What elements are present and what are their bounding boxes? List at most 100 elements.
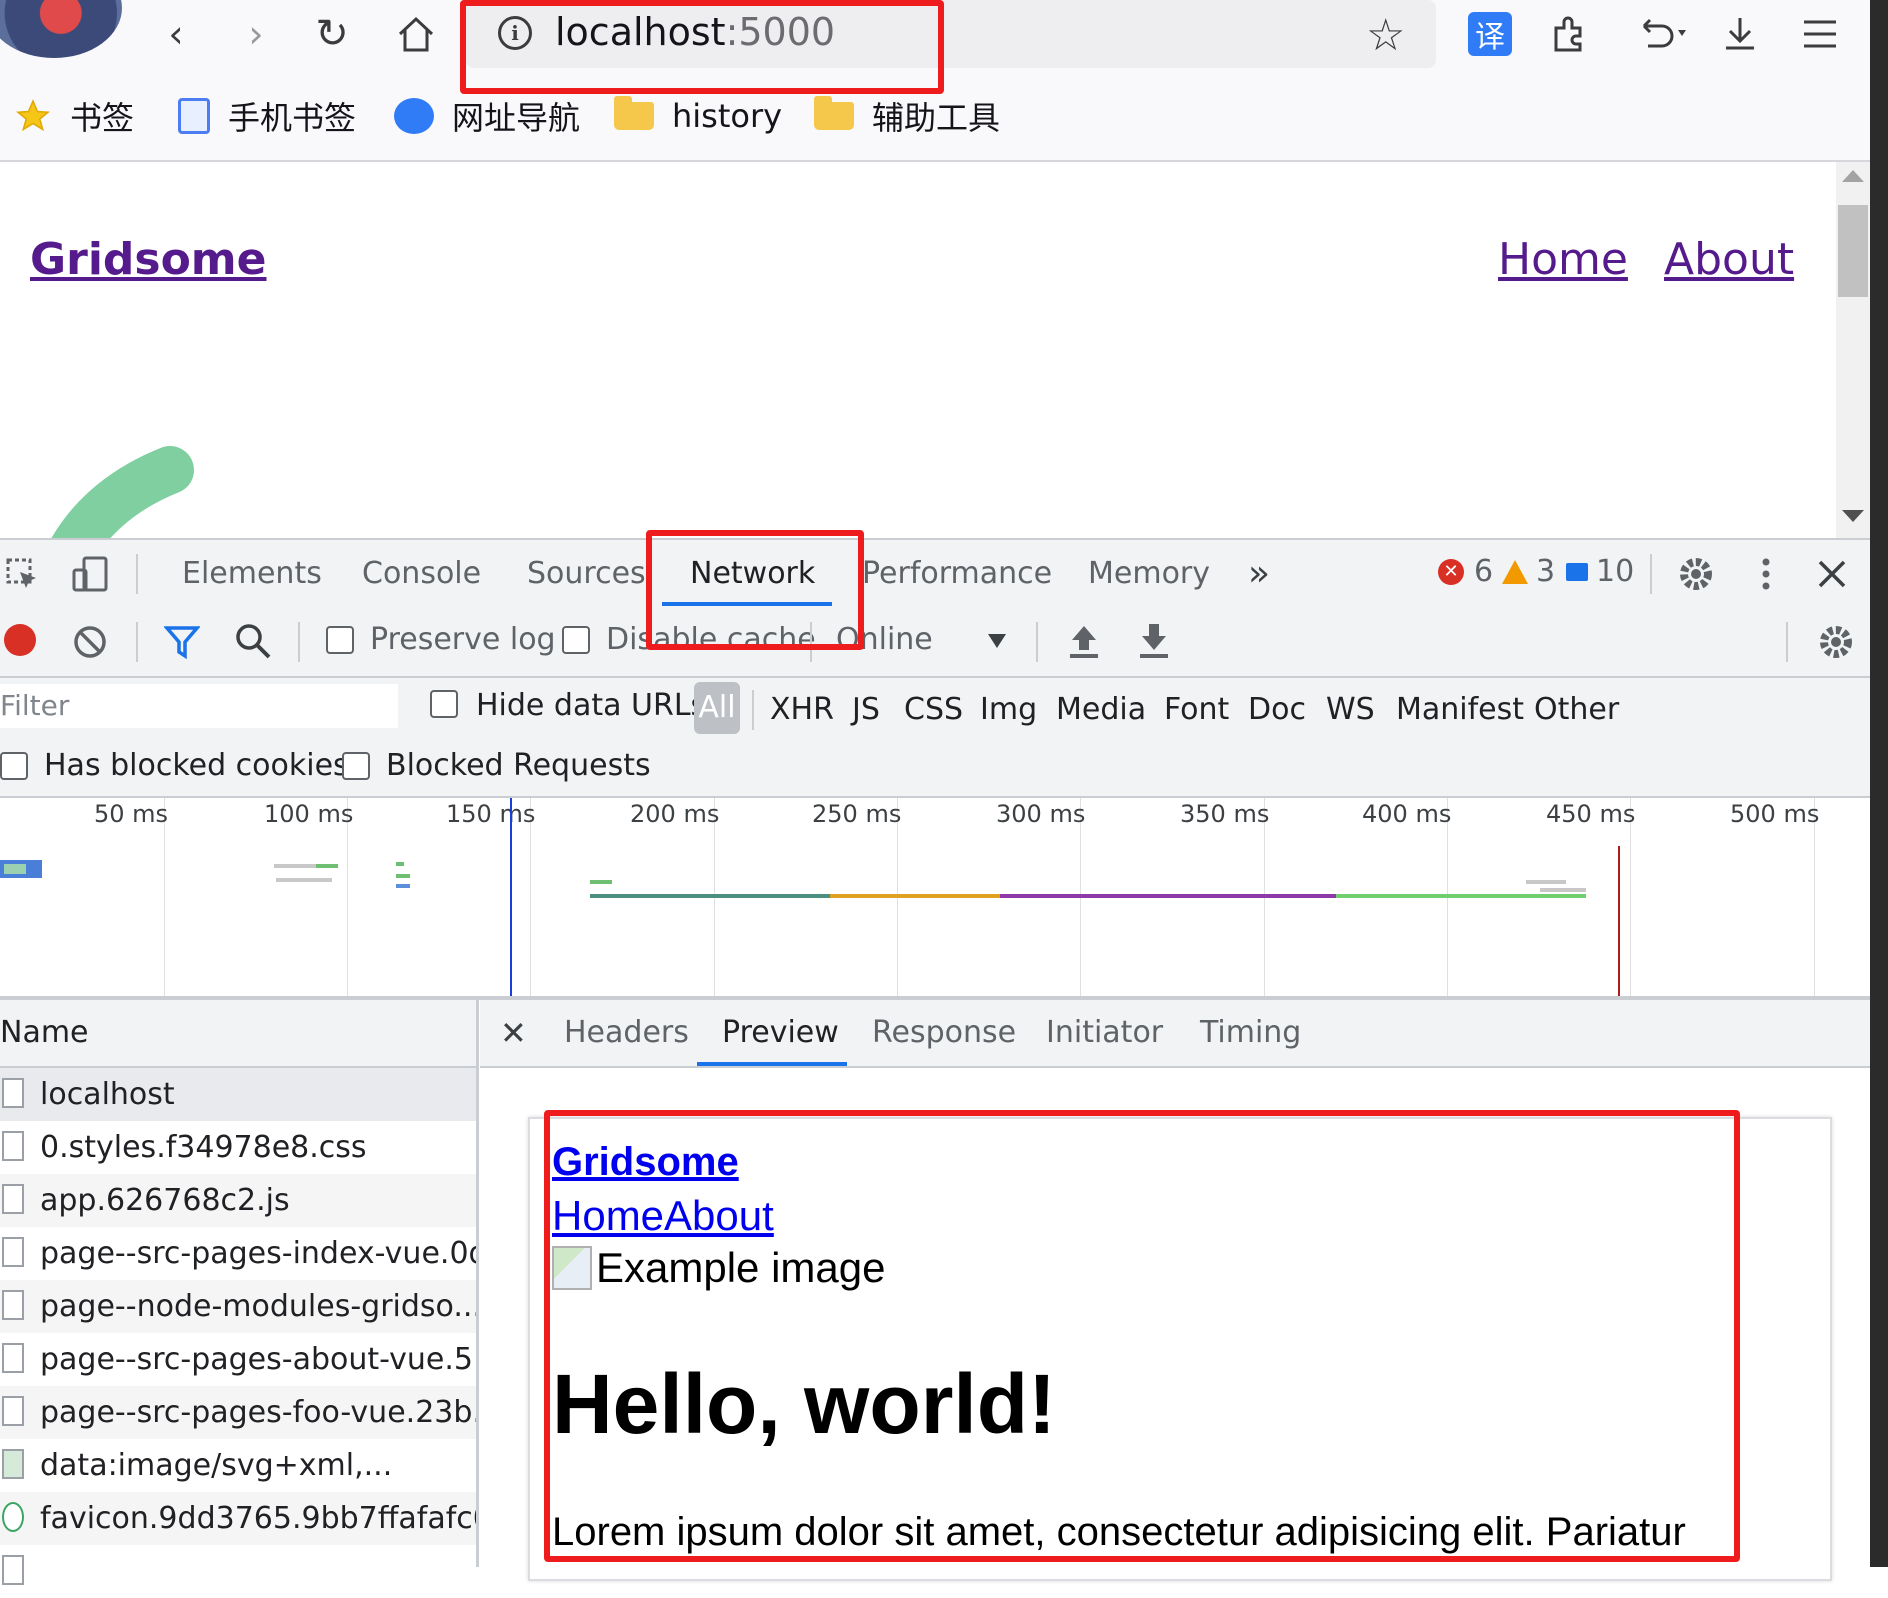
request-row[interactable]: page--src-pages-foo-vue.23b... [0, 1386, 476, 1439]
network-toolbar [0, 608, 1870, 678]
preview-nav-links[interactable]: HomeAbout [552, 1192, 774, 1240]
warning-icon [1502, 559, 1528, 584]
request-row[interactable] [0, 1545, 476, 1598]
filter-funnel-icon[interactable] [163, 624, 201, 660]
type-filter-xhr[interactable]: XHR [770, 692, 834, 727]
tab-preview[interactable]: Preview [722, 1000, 839, 1066]
tab-response[interactable]: Response [872, 1000, 1016, 1066]
disable-cache-label: Disable cache [606, 622, 816, 657]
divider [752, 690, 754, 730]
bookmark-item[interactable]: 辅助工具 [814, 88, 1000, 144]
type-filter-js[interactable]: JS [852, 692, 880, 727]
bookmark-item[interactable]: 书签 [14, 88, 134, 144]
request-row[interactable]: page--src-pages-about-vue.5... [0, 1333, 476, 1386]
type-filter-all[interactable]: All [694, 682, 740, 734]
error-count-badge[interactable]: ✕ 6 [1438, 554, 1493, 589]
tab-headers[interactable]: Headers [564, 1000, 689, 1066]
bookmark-item[interactable]: 网址导航 [394, 88, 580, 144]
request-row[interactable]: app.626768c2.js [0, 1174, 476, 1227]
image-icon [2, 1449, 24, 1479]
navigation-icon [394, 98, 434, 134]
back-icon[interactable]: ‹ [150, 8, 202, 60]
device-toggle-icon[interactable] [70, 554, 110, 594]
translate-icon[interactable]: 译 [1468, 12, 1512, 56]
warning-count-badge[interactable]: 3 [1502, 554, 1555, 589]
bookmark-item[interactable]: history [614, 88, 782, 144]
divider [298, 622, 300, 662]
scrollbar-thumb[interactable] [1838, 205, 1868, 297]
has-blocked-cookies-checkbox[interactable] [0, 752, 28, 780]
type-filter-media[interactable]: Media [1056, 692, 1146, 727]
tab-memory[interactable]: Memory [1088, 540, 1210, 608]
settings-gear-icon[interactable] [1676, 554, 1716, 594]
request-row[interactable]: favicon.9dd3765.9bb7ffafafc0... [0, 1492, 476, 1545]
message-count-badge[interactable]: 10 [1566, 554, 1634, 589]
tab-console[interactable]: Console [362, 540, 481, 608]
forward-icon[interactable]: › [230, 8, 282, 60]
error-icon: ✕ [1438, 558, 1464, 585]
url-text[interactable]: localhost:5000 [555, 10, 835, 54]
search-icon[interactable] [234, 622, 272, 660]
window-edge [1870, 0, 1888, 1567]
download-icon[interactable] [1714, 8, 1766, 60]
active-detail-tab-indicator [697, 1062, 847, 1066]
request-row-selected[interactable]: localhost [0, 1068, 476, 1121]
bookmark-star-icon[interactable]: ☆ [1366, 10, 1405, 61]
menu-icon[interactable] [1794, 8, 1846, 60]
close-devtools-icon[interactable] [1812, 554, 1852, 594]
scroll-down-arrow-icon[interactable] [1842, 510, 1864, 522]
site-info-icon[interactable]: i [498, 16, 532, 50]
import-har-icon[interactable] [1066, 620, 1102, 662]
tab-sources[interactable]: Sources [527, 540, 646, 608]
clear-icon[interactable] [72, 624, 108, 660]
preview-site-title-link[interactable]: Gridsome [552, 1140, 739, 1185]
type-filter-other[interactable]: Other [1534, 692, 1619, 727]
export-har-icon[interactable] [1136, 620, 1172, 662]
disable-cache-checkbox[interactable] [562, 626, 590, 654]
extensions-icon[interactable] [1544, 8, 1596, 60]
type-filter-font[interactable]: Font [1164, 692, 1229, 727]
tab-network[interactable]: Network [690, 540, 815, 608]
throttling-select[interactable]: Online [836, 622, 933, 657]
filter-input[interactable]: Filter [0, 684, 398, 728]
nav-about-link[interactable]: About [1664, 234, 1794, 285]
type-filter-css[interactable]: CSS [904, 692, 963, 727]
blocked-requests-checkbox[interactable] [342, 752, 370, 780]
request-row[interactable]: data:image/svg+xml,... [0, 1439, 476, 1492]
request-row[interactable]: page--src-pages-index-vue.0d... [0, 1227, 476, 1280]
site-title-link[interactable]: Gridsome [30, 234, 267, 285]
has-blocked-cookies-label: Has blocked cookies [44, 748, 349, 783]
type-filter-doc[interactable]: Doc [1248, 692, 1306, 727]
timeline-waterfall-bars [0, 798, 1620, 996]
type-filter-ws[interactable]: WS [1326, 692, 1375, 727]
home-icon[interactable] [390, 8, 442, 60]
reload-icon[interactable]: ↻ [306, 8, 358, 60]
preview-heading: Hello, world! [552, 1357, 1056, 1451]
type-filter-manifest[interactable]: Manifest [1396, 692, 1524, 727]
preserve-log-checkbox[interactable] [326, 626, 354, 654]
divider [136, 554, 138, 594]
more-tabs-icon[interactable]: » [1248, 540, 1270, 608]
chevron-down-icon[interactable] [988, 634, 1006, 648]
divider [1036, 622, 1038, 662]
request-row[interactable]: page--node-modules-gridso... [0, 1280, 476, 1333]
file-icon [2, 1290, 24, 1320]
tab-initiator[interactable]: Initiator [1046, 1000, 1163, 1066]
preserve-log-label: Preserve log [370, 622, 556, 657]
request-row[interactable]: 0.styles.f34978e8.css [0, 1121, 476, 1174]
name-column-header[interactable]: Name [0, 1000, 476, 1068]
network-settings-gear-icon[interactable] [1816, 622, 1856, 662]
nav-home-link[interactable]: Home [1498, 234, 1628, 285]
undo-menu-icon[interactable] [1626, 8, 1702, 60]
type-filter-img[interactable]: Img [980, 692, 1037, 727]
hide-data-urls-checkbox[interactable] [430, 690, 458, 718]
scroll-up-arrow-icon[interactable] [1842, 170, 1864, 182]
close-detail-icon[interactable]: ✕ [500, 1000, 527, 1066]
tab-performance[interactable]: Performance [862, 540, 1052, 608]
inspect-element-icon[interactable] [6, 558, 40, 590]
bookmark-item[interactable]: 手机书签 [178, 88, 356, 144]
kebab-menu-icon[interactable] [1756, 554, 1776, 594]
tab-elements[interactable]: Elements [182, 540, 322, 608]
record-icon[interactable] [4, 624, 36, 656]
tab-timing[interactable]: Timing [1200, 1000, 1301, 1066]
